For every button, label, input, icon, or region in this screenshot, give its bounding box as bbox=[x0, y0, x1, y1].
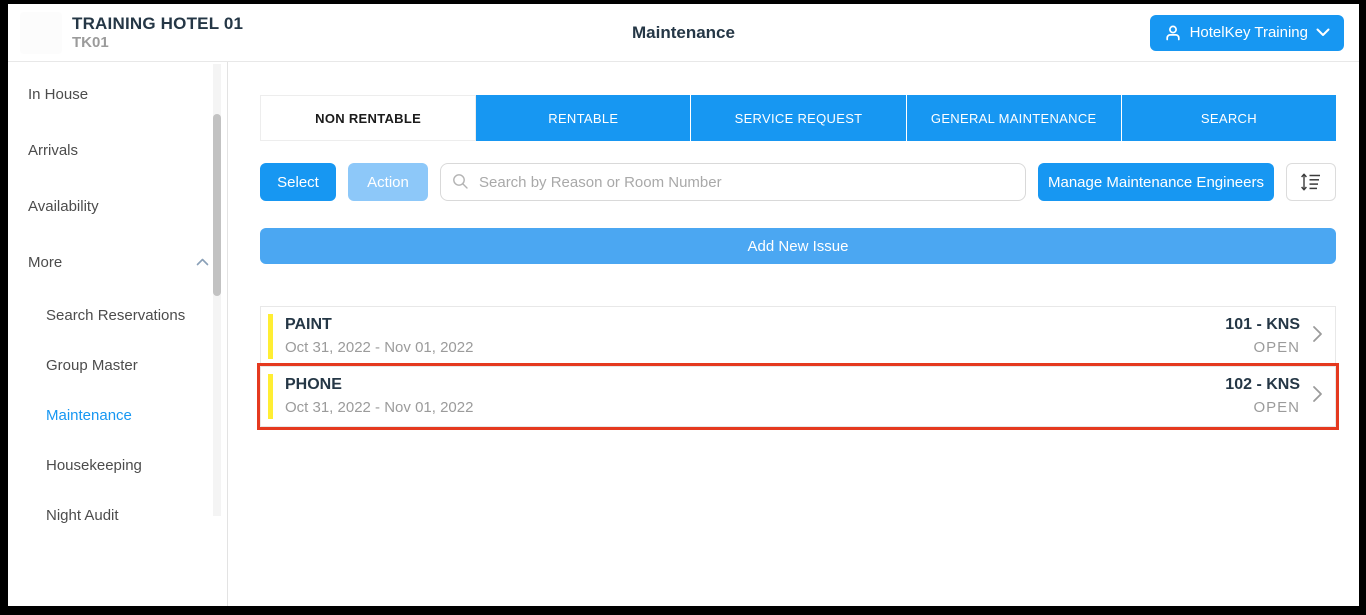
tab-rentable[interactable]: RENTABLE bbox=[476, 95, 691, 141]
tab-general-maintenance[interactable]: GENERAL MAINTENANCE bbox=[907, 95, 1122, 141]
sidebar-item-night-audit[interactable]: Night Audit bbox=[8, 490, 227, 540]
issue-status: OPEN bbox=[1225, 397, 1300, 420]
sidebar-scrollbar-thumb[interactable] bbox=[213, 114, 221, 296]
tab-non-rentable[interactable]: NON RENTABLE bbox=[260, 95, 476, 141]
issue-status: OPEN bbox=[1225, 337, 1300, 360]
user-icon bbox=[1164, 24, 1182, 42]
search-field-wrap bbox=[440, 163, 1026, 201]
sidebar-item-label: Maintenance bbox=[46, 407, 132, 424]
app-window: TRAINING HOTEL 01 TK01 Maintenance Hotel… bbox=[8, 4, 1359, 606]
issue-info: PHONE Oct 31, 2022 - Nov 01, 2022 bbox=[285, 373, 473, 420]
sidebar-item-availability[interactable]: Availability bbox=[8, 178, 227, 234]
issue-room-status: 102 - KNS OPEN bbox=[1225, 373, 1300, 420]
issue-status-marker bbox=[268, 374, 273, 419]
window-frame: TRAINING HOTEL 01 TK01 Maintenance Hotel… bbox=[0, 0, 1366, 615]
sidebar-item-housekeeping[interactable]: Housekeeping bbox=[8, 440, 227, 490]
sidebar-item-label: Availability bbox=[28, 198, 99, 215]
sidebar-item-arrivals[interactable]: Arrivals bbox=[8, 122, 227, 178]
sort-lines-icon bbox=[1299, 171, 1323, 193]
select-button[interactable]: Select bbox=[260, 163, 336, 201]
sidebar-item-more[interactable]: More bbox=[8, 234, 227, 290]
issue-list: PAINT Oct 31, 2022 - Nov 01, 2022 101 - … bbox=[260, 306, 1336, 427]
sidebar-item-maintenance[interactable]: Maintenance bbox=[8, 390, 227, 440]
tab-bar: NON RENTABLE RENTABLE SERVICE REQUEST GE… bbox=[260, 95, 1336, 141]
sidebar-scrollbar-track bbox=[213, 64, 221, 516]
sidebar-item-label: Arrivals bbox=[28, 142, 78, 159]
sidebar-item-label: Housekeeping bbox=[46, 457, 142, 474]
chevron-right-icon bbox=[1312, 385, 1323, 408]
issue-dates: Oct 31, 2022 - Nov 01, 2022 bbox=[285, 397, 473, 420]
issue-row-phone[interactable]: PHONE Oct 31, 2022 - Nov 01, 2022 102 - … bbox=[260, 366, 1336, 427]
manage-maintenance-engineers-button[interactable]: Manage Maintenance Engineers bbox=[1038, 163, 1274, 201]
tab-service-request[interactable]: SERVICE REQUEST bbox=[691, 95, 906, 141]
search-icon bbox=[452, 173, 469, 195]
issue-status-marker bbox=[268, 314, 273, 359]
issue-dates: Oct 31, 2022 - Nov 01, 2022 bbox=[285, 337, 473, 360]
sidebar-item-in-house[interactable]: In House bbox=[8, 66, 227, 122]
sidebar-item-label: In House bbox=[28, 86, 88, 103]
user-menu-button[interactable]: HotelKey Training bbox=[1150, 15, 1344, 51]
sort-button[interactable] bbox=[1286, 163, 1336, 201]
main-content: NON RENTABLE RENTABLE SERVICE REQUEST GE… bbox=[228, 62, 1359, 606]
hotel-code: TK01 bbox=[72, 34, 243, 53]
issue-row-paint[interactable]: PAINT Oct 31, 2022 - Nov 01, 2022 101 - … bbox=[260, 306, 1336, 367]
issue-reason: PHONE bbox=[285, 373, 473, 397]
issue-reason: PAINT bbox=[285, 313, 473, 337]
issue-room: 102 - KNS bbox=[1225, 373, 1300, 397]
sidebar-item-group-master[interactable]: Group Master bbox=[8, 340, 227, 390]
hotel-info: TRAINING HOTEL 01 TK01 bbox=[72, 13, 243, 53]
chevron-down-icon bbox=[1316, 28, 1330, 37]
chevron-up-icon bbox=[196, 258, 209, 266]
sidebar-item-label: More bbox=[28, 254, 62, 271]
sidebar-item-search-reservations[interactable]: Search Reservations bbox=[8, 290, 227, 340]
user-menu-label: HotelKey Training bbox=[1190, 24, 1308, 41]
toolbar: Select Action Manage Maintenance Enginee… bbox=[260, 163, 1336, 201]
search-input[interactable] bbox=[440, 163, 1026, 201]
issue-room: 101 - KNS bbox=[1225, 313, 1300, 337]
hotel-name: TRAINING HOTEL 01 bbox=[72, 13, 243, 34]
hotel-logo bbox=[20, 12, 62, 54]
sidebar-item-label: Search Reservations bbox=[46, 307, 185, 324]
add-new-issue-button[interactable]: Add New Issue bbox=[260, 228, 1336, 264]
issue-info: PAINT Oct 31, 2022 - Nov 01, 2022 bbox=[285, 313, 473, 360]
sidebar-item-label: Group Master bbox=[46, 357, 138, 374]
top-header: TRAINING HOTEL 01 TK01 Maintenance Hotel… bbox=[8, 4, 1359, 62]
issue-room-status: 101 - KNS OPEN bbox=[1225, 313, 1300, 360]
sidebar: In House Arrivals Availability More Sear… bbox=[8, 62, 228, 606]
tab-search[interactable]: SEARCH bbox=[1122, 95, 1336, 141]
sidebar-item-label: Night Audit bbox=[46, 507, 119, 524]
chevron-right-icon bbox=[1312, 325, 1323, 348]
action-button: Action bbox=[348, 163, 428, 201]
